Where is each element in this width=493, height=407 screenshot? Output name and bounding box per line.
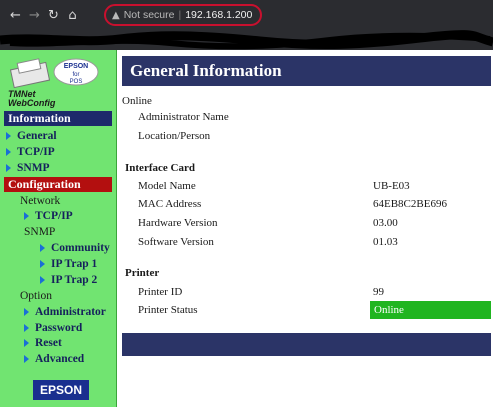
arrow-right-icon	[24, 355, 29, 364]
sidebar-item-general[interactable]: General	[6, 129, 57, 143]
sidebar-item-config-tcpip[interactable]: TCP/IP	[24, 209, 73, 223]
sidebar-item-reset[interactable]: Reset	[24, 336, 62, 350]
information-heading: Information	[4, 111, 112, 126]
sidebar-item-advanced[interactable]: Advanced	[24, 352, 84, 366]
hardware-version-label: Hardware Version	[138, 217, 218, 229]
printer-heading: Printer	[125, 267, 160, 279]
reload-icon[interactable]: ↻	[44, 8, 63, 23]
arrow-right-icon	[24, 324, 29, 333]
model-name-value: UB-E03	[373, 180, 410, 192]
not-secure-label: Not secure	[123, 9, 175, 21]
arrow-right-icon	[24, 308, 29, 317]
svg-text:POS: POS	[70, 79, 83, 85]
home-icon[interactable]: ⌂	[63, 8, 82, 23]
brand-label: TMNet WebConfig	[8, 89, 56, 108]
admin-name-label: Administrator Name	[138, 111, 229, 123]
url-text: 192.168.1.200	[185, 9, 253, 21]
network-label: Network	[20, 195, 61, 207]
arrow-right-icon	[6, 132, 11, 141]
mac-address-value: 64EB8C2BE696	[373, 198, 447, 210]
printer-id-label: Printer ID	[138, 286, 183, 298]
back-icon[interactable]: ←	[6, 8, 25, 23]
sidebar-item-iptrap1[interactable]: IP Trap 1	[40, 257, 97, 271]
arrow-right-icon	[6, 164, 11, 173]
interface-card-heading: Interface Card	[125, 162, 195, 174]
sidebar-item-tcpip[interactable]: TCP/IP	[6, 145, 55, 159]
warning-icon: ▲	[112, 9, 120, 21]
redaction-scribble	[0, 30, 493, 50]
arrow-right-icon	[6, 148, 11, 157]
software-version-value: 01.03	[373, 236, 398, 248]
footer-bar	[122, 333, 491, 356]
model-name-label: Model Name	[138, 180, 196, 192]
hardware-version-value: 03.00	[373, 217, 398, 229]
sidebar-item-administrator[interactable]: Administrator	[24, 305, 106, 319]
svg-text:for: for	[72, 72, 79, 78]
printer-status-value: Online	[370, 301, 491, 319]
printer-id-value: 99	[373, 286, 384, 298]
sidebar-item-community[interactable]: Community	[40, 241, 110, 255]
forward-icon[interactable]: →	[25, 8, 44, 23]
snmp-label: SNMP	[24, 226, 56, 238]
browser-toolbar: ← → ↻ ⌂ ▲ Not secure | 192.168.1.200	[0, 0, 493, 30]
svg-text:EPSON: EPSON	[64, 63, 89, 70]
location-label: Location/Person	[138, 130, 211, 142]
page-title: General Information	[122, 56, 491, 86]
mac-address-label: MAC Address	[138, 198, 202, 210]
sidebar-item-iptrap2[interactable]: IP Trap 2	[40, 273, 97, 287]
printer-status-label: Printer Status	[138, 304, 198, 316]
address-bar[interactable]: ▲ Not secure | 192.168.1.200	[104, 4, 262, 26]
sidebar: EPSON for POS TMNet WebConfig Information…	[0, 50, 117, 407]
arrow-right-icon	[40, 260, 45, 269]
arrow-right-icon	[40, 276, 45, 285]
epson-logo[interactable]: EPSON	[33, 380, 89, 400]
arrow-right-icon	[40, 244, 45, 253]
sidebar-item-snmp[interactable]: SNMP	[6, 161, 50, 175]
option-label: Option	[20, 290, 52, 302]
sidebar-item-password[interactable]: Password	[24, 321, 82, 335]
software-version-label: Software Version	[138, 236, 214, 248]
arrow-right-icon	[24, 339, 29, 348]
tmnet-logo: EPSON for POS TMNet WebConfig	[4, 56, 112, 112]
online-label: Online	[122, 95, 152, 107]
arrow-right-icon	[24, 212, 29, 221]
configuration-heading: Configuration	[4, 177, 112, 192]
bookmarks-bar	[0, 30, 493, 50]
